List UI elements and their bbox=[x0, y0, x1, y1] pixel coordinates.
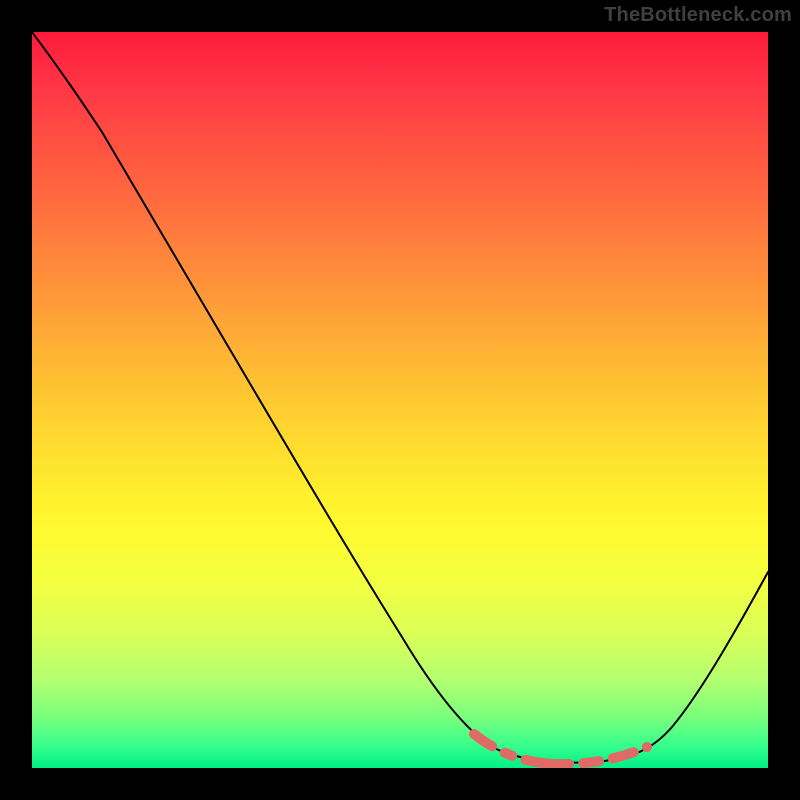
curve-line bbox=[32, 32, 768, 763]
plot-svg bbox=[32, 32, 768, 768]
watermark-text: TheBottleneck.com bbox=[604, 4, 792, 27]
chart-frame: TheBottleneck.com bbox=[0, 0, 800, 800]
dashed-highlight bbox=[474, 734, 647, 764]
plot-area bbox=[32, 32, 768, 768]
